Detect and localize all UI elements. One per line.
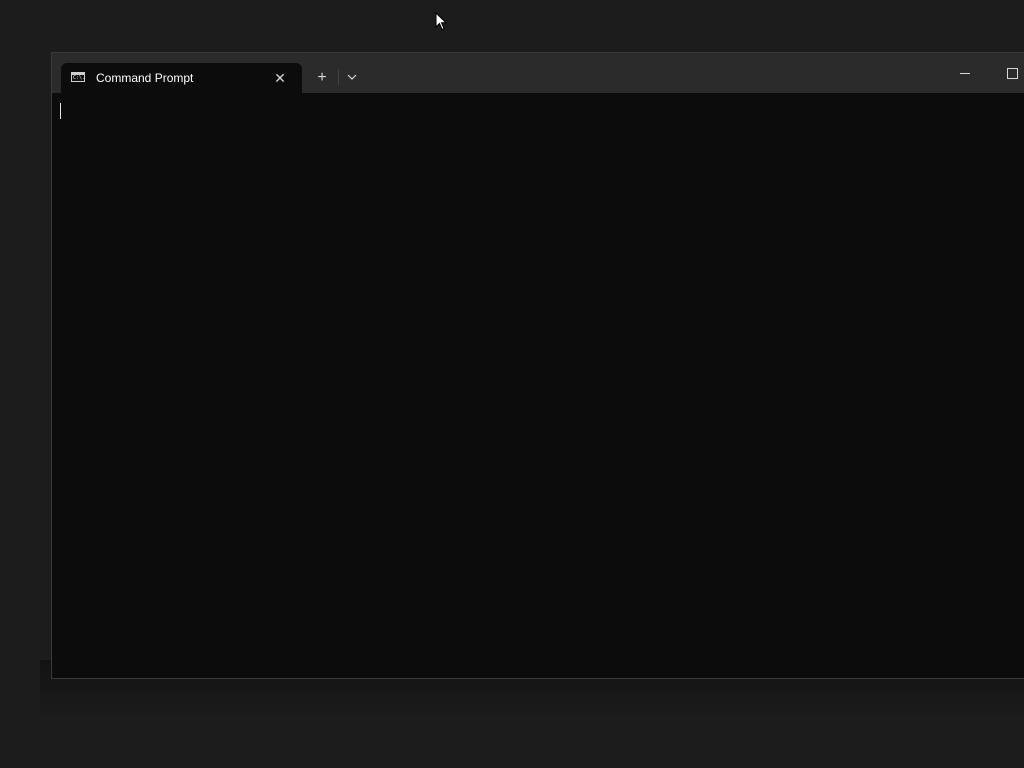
- tab-dropdown-button[interactable]: [340, 66, 364, 90]
- title-bar[interactable]: C:\. Command Prompt ✕ +: [52, 53, 1024, 93]
- text-cursor: [60, 103, 61, 119]
- tab-separator: [338, 69, 339, 85]
- mouse-pointer-icon: [435, 12, 447, 31]
- minimize-icon: [960, 73, 970, 74]
- cmd-icon: C:\.: [71, 72, 85, 82]
- close-tab-button[interactable]: ✕: [270, 68, 290, 88]
- terminal-area[interactable]: [52, 93, 1024, 678]
- maximize-button[interactable]: [998, 59, 1024, 87]
- tab-command-prompt[interactable]: C:\. Command Prompt ✕: [61, 63, 302, 93]
- maximize-icon: [1007, 68, 1018, 79]
- chevron-down-icon: [347, 74, 357, 80]
- cmd-icon-glyph: C:\.: [73, 75, 86, 81]
- minimize-button[interactable]: [947, 59, 983, 87]
- desktop: C:\. Command Prompt ✕ +: [0, 0, 1024, 768]
- tab-title: Command Prompt: [96, 71, 194, 85]
- new-tab-button[interactable]: +: [310, 66, 334, 90]
- terminal-window[interactable]: C:\. Command Prompt ✕ +: [51, 52, 1024, 679]
